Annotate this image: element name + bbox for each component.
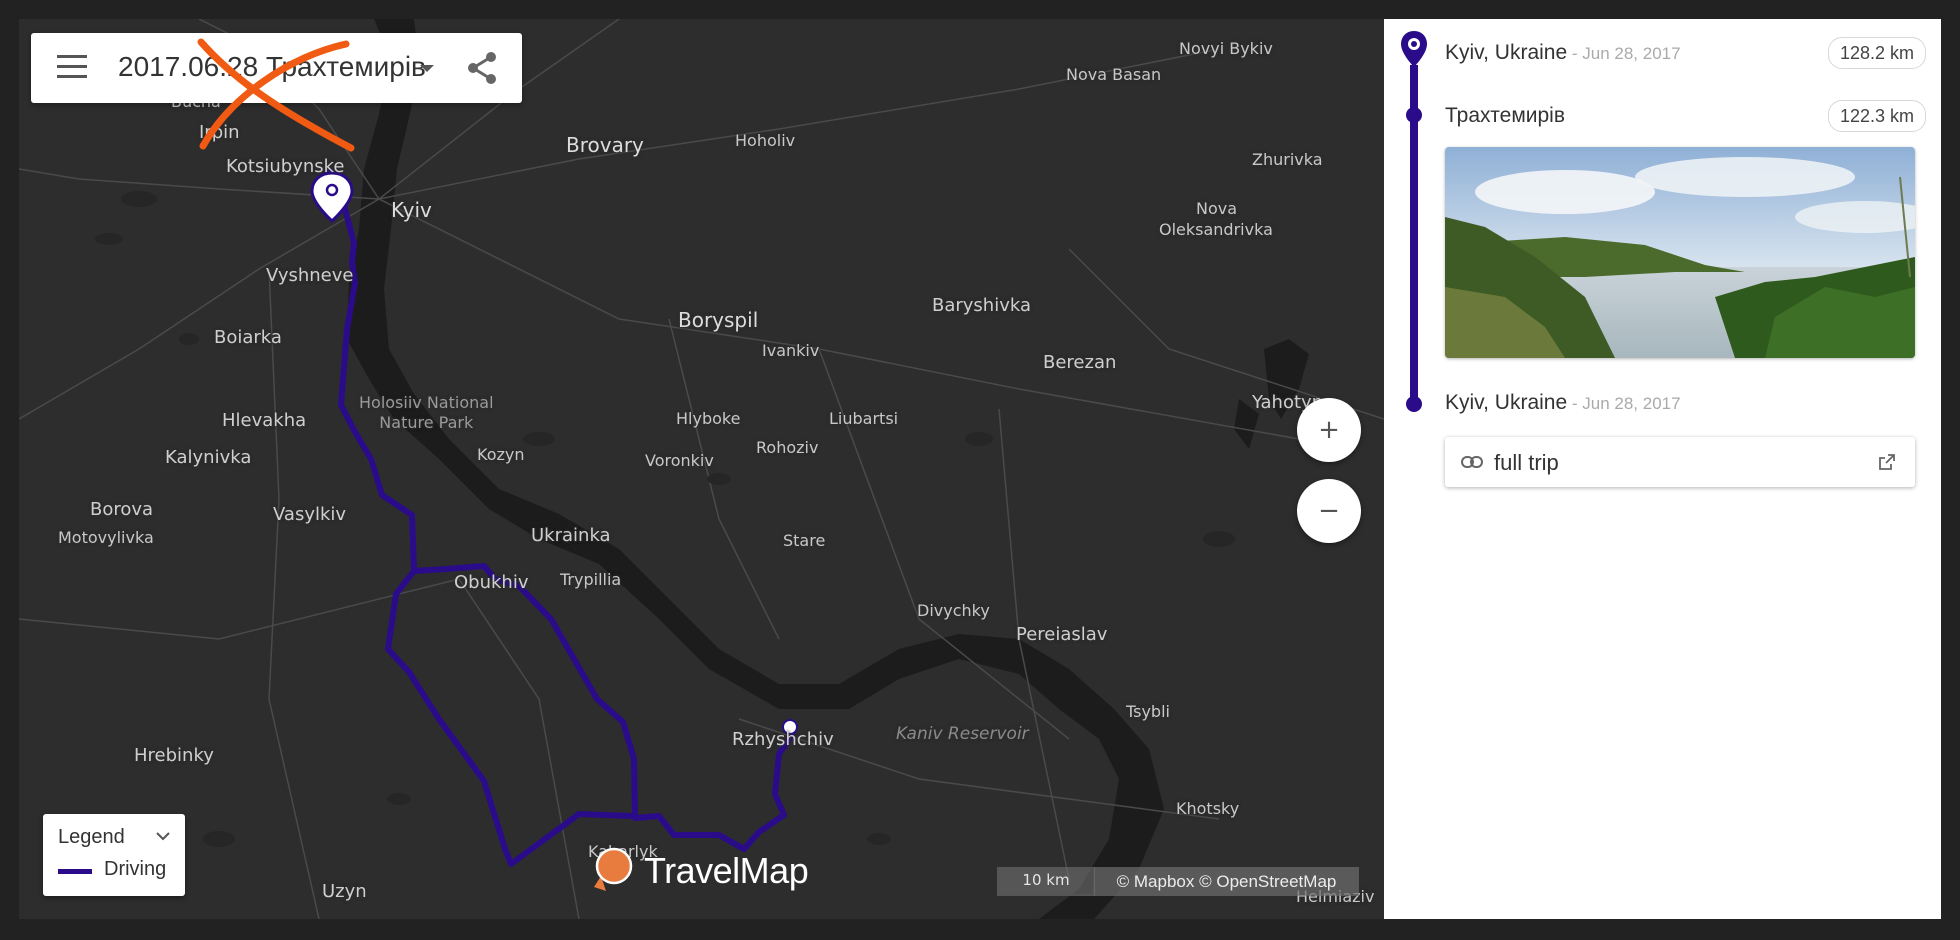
place-label: Kozyn [477, 445, 525, 464]
timeline-dot [1406, 107, 1422, 123]
zoom-out-button[interactable]: − [1297, 479, 1361, 543]
timeline-dot [1406, 396, 1422, 412]
stop-waypoint[interactable]: Трахтемирів [1445, 104, 1565, 128]
full-trip-label: full trip [1494, 450, 1559, 475]
place-label: Stare [783, 531, 826, 550]
brand-logo-text: TravelMap [644, 850, 809, 891]
place-label: Kalynivka [165, 447, 252, 468]
place-label: Ukrainka [531, 525, 611, 546]
chevron-down-icon[interactable] [155, 831, 171, 841]
place-label: Voronkiv [645, 451, 714, 470]
place-label: Borova [90, 499, 154, 520]
place-label: Vasylkiv [273, 504, 347, 525]
stop-start[interactable]: Kyiv, Ukraine - Jun 28, 2017 [1445, 41, 1681, 65]
place-label: Tsybli [1126, 702, 1170, 721]
chevron-down-icon[interactable] [420, 65, 434, 72]
place-label: Boryspil [678, 308, 759, 332]
legend-item-label: Driving [104, 858, 167, 880]
place-label: Ivankiv [762, 341, 820, 360]
legend-title: Legend [58, 826, 125, 848]
place-label: Khotsky [1176, 799, 1240, 818]
stop-photo[interactable] [1445, 147, 1915, 358]
park-label: Holosiiv National Nature Park [359, 393, 494, 432]
place-label: Hrebinky [134, 745, 214, 766]
place-label: Hoholiv [735, 131, 796, 150]
open-external-icon[interactable] [1879, 454, 1895, 470]
stop-date: - Jun 28, 2017 [1567, 44, 1681, 63]
place-label: Vyshneve [266, 265, 354, 286]
place-label: Oleksandrivka [1159, 220, 1273, 239]
water-label: Kaniv Reservoir [896, 724, 1029, 744]
location-pin-icon [1401, 31, 1427, 67]
legend-panel[interactable]: Legend Driving [43, 814, 185, 896]
trip-title-card: 2017.06.28 Трахтемирів [31, 33, 522, 152]
stop-name: Трахтемирів [1445, 104, 1566, 127]
stop-end[interactable]: Kyiv, Ukraine - Jun 28, 2017 [1445, 391, 1681, 415]
place-label: Nova Basan [1066, 65, 1162, 84]
place-label: Liubartsi [829, 409, 899, 428]
place-label: Novyi Bykiv [1179, 39, 1273, 58]
legend-swatch-driving [58, 869, 92, 874]
stop-name: Kyiv, Ukraine [1445, 391, 1568, 414]
place-label: Irpin [199, 122, 240, 143]
share-icon[interactable] [465, 50, 499, 86]
place-label: Motovylivka [58, 528, 154, 547]
place-label: Zhurivka [1252, 150, 1323, 169]
stop-name: Kyiv, Ukraine [1445, 41, 1568, 64]
map-scale-bar: 10 km [997, 867, 1095, 896]
place-label: Hlevakha [222, 410, 307, 431]
map-canvas[interactable]: Brovary Hoholiv Nova Basan Novyi Bykiv Zhuri… [19, 19, 1384, 919]
place-label: Trypillia [560, 570, 622, 589]
route-line [385, 568, 634, 867]
trip-title[interactable]: 2017.06.28 Трахтемирів [118, 51, 426, 83]
map-attribution[interactable]: © Mapbox © OpenStreetMap [1094, 867, 1359, 896]
stop-date: - Jun 28, 2017 [1567, 394, 1681, 413]
place-label: Obukhiv [454, 572, 529, 593]
place-label: Kyiv [391, 198, 432, 222]
distance-badge: 122.3 km [1828, 100, 1926, 132]
menu-icon[interactable] [57, 55, 87, 81]
place-label: Nova [1196, 199, 1238, 218]
link-icon [1461, 456, 1483, 468]
place-label: Hlyboke [676, 409, 741, 428]
place-label: Baryshivka [932, 295, 1032, 316]
place-label: Uzyn [322, 881, 367, 902]
place-label: Boiarka [214, 327, 282, 348]
trip-timeline-panel: Kyiv, Ukraine - Jun 28, 2017 128.2 km Тр… [1384, 19, 1941, 919]
zoom-in-button[interactable]: + [1297, 398, 1361, 462]
place-label: Brovary [566, 133, 644, 157]
place-label: Pereiaslav [1016, 624, 1108, 645]
place-label: Rzhyshchiv [732, 729, 834, 750]
place-label: Berezan [1043, 352, 1117, 373]
place-label: Rohoziv [756, 438, 819, 457]
route-line [327, 168, 795, 852]
place-label: Divychky [917, 601, 990, 620]
place-label: Kotsiubynske [226, 156, 345, 177]
distance-badge: 128.2 km [1828, 37, 1926, 69]
full-trip-link[interactable]: full trip [1445, 437, 1915, 487]
travelmap-logo-icon [594, 847, 633, 891]
